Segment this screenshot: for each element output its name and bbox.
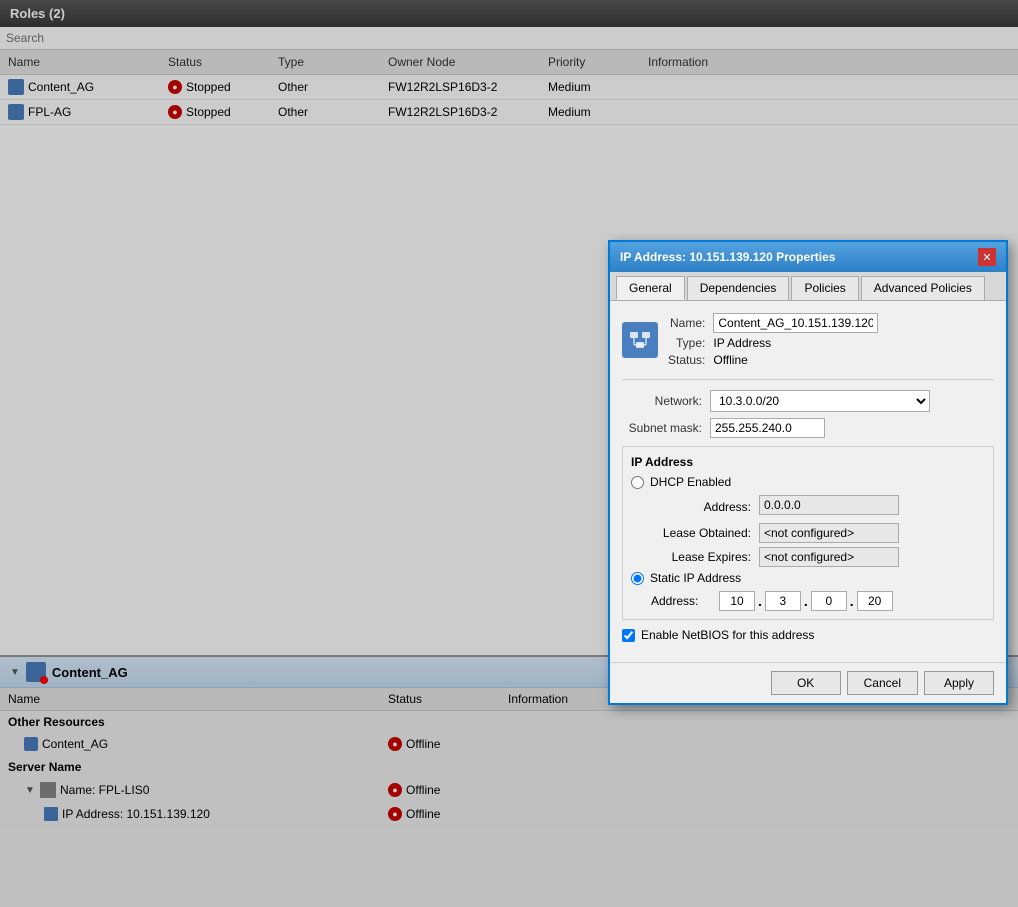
netbios-checkbox[interactable] <box>622 629 635 642</box>
static-address-label: Address: <box>651 594 711 608</box>
ip-octet-3[interactable] <box>811 591 847 611</box>
network-row: Network: 10.3.0.0/20 <box>622 390 994 412</box>
dialog-info-row: Name: Type: IP Address Status: Offline <box>622 313 994 367</box>
ip-dot-2: . <box>804 593 808 609</box>
type-value: IP Address <box>713 336 878 350</box>
ip-dot-1: . <box>758 593 762 609</box>
cancel-button[interactable]: Cancel <box>847 671 918 695</box>
dhcp-address-input <box>759 495 899 515</box>
address-label: Address: <box>651 500 751 514</box>
divider <box>622 379 994 380</box>
static-radio[interactable] <box>631 572 644 585</box>
tab-general[interactable]: General <box>616 276 685 300</box>
ip-properties-dialog: IP Address: 10.151.139.120 Properties ✕ … <box>608 240 1008 705</box>
dialog-overlay: IP Address: 10.151.139.120 Properties ✕ … <box>0 0 1018 907</box>
lease-expires-row: Lease Expires: <box>651 547 985 567</box>
ip-address-section: IP Address DHCP Enabled Address: Lease O… <box>622 446 994 620</box>
dialog-close-button[interactable]: ✕ <box>978 248 996 266</box>
tab-policies[interactable]: Policies <box>791 276 858 300</box>
network-select[interactable]: 10.3.0.0/20 <box>710 390 930 412</box>
lease-obtained-label: Lease Obtained: <box>651 526 751 540</box>
field-grid: Name: Type: IP Address Status: Offline <box>668 313 878 367</box>
network-icon <box>622 322 658 358</box>
ip-octet-group: . . . <box>719 591 893 611</box>
ip-octet-2[interactable] <box>765 591 801 611</box>
lease-obtained-row: Lease Obtained: <box>651 523 985 543</box>
dhcp-label: DHCP Enabled <box>650 475 731 489</box>
address-row: Address: <box>651 495 985 519</box>
ip-dot-3: . <box>850 593 854 609</box>
dhcp-fields: Address: Lease Obtained: Lease Expires: <box>651 495 985 567</box>
dialog-title-bar: IP Address: 10.151.139.120 Properties ✕ <box>610 242 1006 272</box>
apply-button[interactable]: Apply <box>924 671 994 695</box>
subnet-input[interactable] <box>710 418 825 438</box>
static-ip-row: Address: . . . <box>651 591 985 611</box>
ok-button[interactable]: OK <box>771 671 841 695</box>
name-label: Name: <box>668 316 705 330</box>
ip-octet-4[interactable] <box>857 591 893 611</box>
name-input[interactable] <box>713 313 878 333</box>
subnet-row: Subnet mask: <box>622 418 994 438</box>
lease-expires-input <box>759 547 899 567</box>
dhcp-radio[interactable] <box>631 476 644 489</box>
tab-advanced-policies[interactable]: Advanced Policies <box>861 276 985 300</box>
static-radio-row: Static IP Address <box>631 571 985 585</box>
dhcp-radio-row: DHCP Enabled <box>631 475 985 489</box>
ip-octet-1[interactable] <box>719 591 755 611</box>
static-label: Static IP Address <box>650 571 741 585</box>
netbios-label: Enable NetBIOS for this address <box>641 628 814 642</box>
netbios-row: Enable NetBIOS for this address <box>622 628 994 642</box>
dialog-footer: OK Cancel Apply <box>610 662 1006 703</box>
dialog-body: Name: Type: IP Address Status: Offline N… <box>610 301 1006 662</box>
network-label: Network: <box>622 394 702 408</box>
lease-expires-label: Lease Expires: <box>651 550 751 564</box>
dialog-tabs: General Dependencies Policies Advanced P… <box>610 272 1006 301</box>
status-value: Offline <box>713 353 878 367</box>
dialog-title: IP Address: 10.151.139.120 Properties <box>620 250 835 264</box>
subnet-label: Subnet mask: <box>622 421 702 435</box>
lease-obtained-input <box>759 523 899 543</box>
type-label: Type: <box>668 336 705 350</box>
ip-section-title: IP Address <box>631 455 985 469</box>
tab-dependencies[interactable]: Dependencies <box>687 276 790 300</box>
status-label: Status: <box>668 353 705 367</box>
